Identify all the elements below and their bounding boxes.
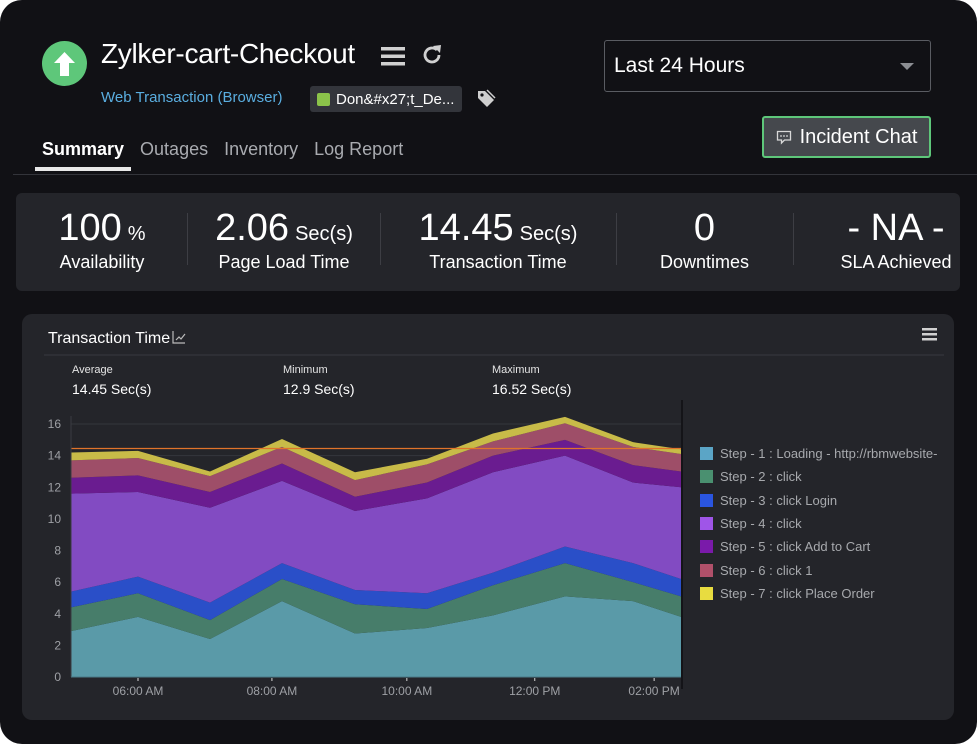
legend-item-step-5[interactable]: Step - 5 : click Add to Cart [700, 535, 938, 558]
legend-swatch [700, 493, 713, 507]
time-range-value: Last 24 Hours [614, 54, 745, 77]
time-range-select[interactable]: Last 24 Hours [604, 40, 931, 92]
tag-color-dot [317, 92, 330, 106]
legend-item-step-3[interactable]: Step - 3 : click Login [700, 489, 938, 512]
y-tick-label: 6 [54, 575, 61, 589]
y-tick-label: 14 [48, 449, 62, 463]
y-tick-label: 10 [48, 512, 62, 526]
incident-chat-button[interactable]: Incident Chat [762, 116, 931, 158]
legend-swatch [700, 586, 713, 600]
y-tick-label: 12 [48, 480, 62, 494]
metric-sla-achieved: - NA - SLA Achieved [793, 193, 977, 291]
tab-inventory[interactable]: Inventory [217, 137, 305, 171]
legend-item-step-6[interactable]: Step - 6 : click 1 [700, 558, 938, 581]
legend-item-step-2[interactable]: Step - 2 : click [700, 465, 938, 488]
metric-unit: Sec(s) [295, 223, 353, 245]
metric-transaction-time: 14.45 Sec(s) Transaction Time [380, 193, 616, 291]
chat-icon [776, 130, 791, 145]
legend-label: Step - 6 : click 1 [720, 562, 813, 578]
tab-divider [13, 174, 977, 175]
metric-availability: 100% Availability [16, 193, 188, 291]
metric-label: Transaction Time [429, 252, 567, 272]
tag-label: Don&#x27;t_De... [336, 90, 455, 108]
transaction-time-panel: Transaction Time Average 14.45 Sec(s) Mi… [22, 314, 954, 720]
legend-label: Step - 2 : click [720, 469, 802, 485]
tab-outages[interactable]: Outages [133, 137, 215, 171]
metric-value: 100 [58, 207, 122, 249]
x-tick-label: 02:00 PM [628, 684, 679, 698]
caret-down-icon [900, 63, 914, 70]
metric-unit: % [127, 223, 146, 245]
y-tick-label: 0 [54, 670, 61, 684]
y-tick-label: 4 [54, 607, 61, 621]
legend-label: Step - 3 : click Login [720, 492, 838, 508]
x-tick-label: 06:00 AM [113, 684, 164, 698]
tab-summary[interactable]: Summary [35, 137, 132, 171]
legend-item-step-7[interactable]: Step - 7 : click Place Order [700, 582, 938, 605]
metric-label: Availability [59, 252, 145, 272]
legend-swatch [700, 563, 713, 577]
metric-value: 0 [693, 207, 716, 249]
metrics-bar: 100% Availability 2.06 Sec(s) Page Load T… [16, 193, 960, 291]
legend-label: Step - 7 : click Place Order [720, 585, 875, 601]
tab-bar: Summary Outages Inventory Log Report [35, 137, 412, 171]
legend-swatch [700, 470, 713, 484]
metric-label: SLA Achieved [840, 252, 952, 272]
metric-downtimes: 0 Downtimes [616, 193, 793, 291]
x-tick-label: 12:00 PM [509, 684, 560, 698]
y-tick-label: 16 [48, 417, 62, 431]
tag-icon[interactable] [476, 89, 496, 114]
metric-value: 2.06 [215, 207, 290, 249]
tab-log-report[interactable]: Log Report [307, 137, 410, 171]
x-tick-label: 10:00 AM [381, 684, 432, 698]
y-tick-label: 2 [54, 638, 61, 652]
legend-label: Step - 4 : click [720, 516, 802, 532]
incident-chat-label: Incident Chat [799, 125, 918, 148]
metric-label: Page Load Time [218, 252, 350, 272]
legend-item-step-1[interactable]: Step - 1 : Loading - http://rbmwebsite- [700, 442, 938, 465]
legend-swatch [700, 447, 713, 461]
chart-legend: Step - 1 : Loading - http://rbmwebsite- S… [700, 442, 938, 605]
legend-label: Step - 1 : Loading - http://rbmwebsite- [720, 446, 938, 462]
legend-swatch [700, 540, 713, 554]
x-tick-label: 08:00 AM [247, 684, 298, 698]
tag-chip[interactable]: Don&#x27;t_De... [310, 86, 463, 112]
legend-item-step-4[interactable]: Step - 4 : click [700, 512, 938, 535]
monitor-type-link[interactable]: Web Transaction (Browser) [101, 89, 282, 106]
legend-label: Step - 5 : click Add to Cart [720, 539, 871, 555]
metric-page-load-time: 2.06 Sec(s) Page Load Time [188, 193, 380, 291]
metric-value: - NA - [847, 207, 945, 249]
metric-label: Downtimes [659, 252, 750, 272]
metric-value: 14.45 [418, 207, 514, 249]
y-tick-label: 8 [54, 544, 61, 558]
status-up-indicator [42, 41, 87, 86]
refresh-icon[interactable] [420, 43, 444, 72]
app-window: Zylker-cart-Checkout Web Transaction (Br… [0, 0, 977, 744]
monitor-title: Zylker-cart-Checkout [101, 38, 355, 69]
metric-unit: Sec(s) [519, 223, 578, 245]
legend-swatch [700, 517, 713, 531]
hamburger-menu-icon[interactable] [381, 46, 405, 71]
arrow-up-icon [54, 52, 75, 76]
